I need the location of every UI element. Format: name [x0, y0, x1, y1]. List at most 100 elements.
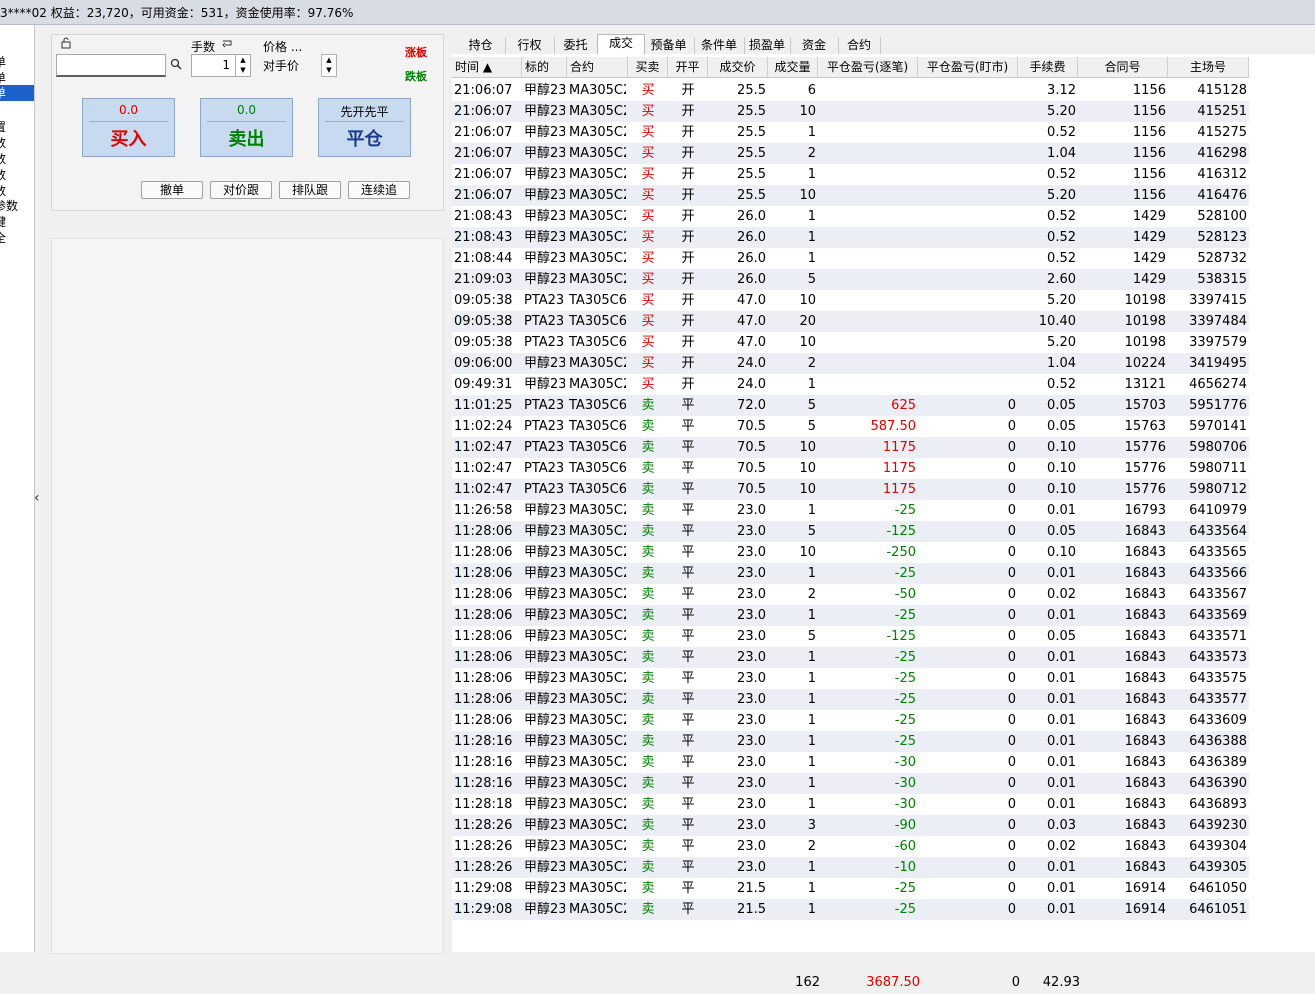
table-row[interactable]: 11:02:47 PTA23 TA305C6 卖 平 70.5 10 1175 0 0.10 157…	[452, 458, 1249, 479]
table-row[interactable]: 11:01:25 PTA23 TA305C6 卖 平 72.0 5 625 0 0.05 15703…	[452, 395, 1249, 416]
table-row[interactable]: 09:49:31 甲醇23 MA305C2 买 开 24.0 1 0.52 13121 46562…	[452, 374, 1249, 395]
side-menu-item[interactable]: 数	[0, 183, 34, 199]
table-row[interactable]: 11:29:08 甲醇23 MA305C2 卖 平 21.5 1 -25 0 0.01 16914 6…	[452, 899, 1249, 920]
chase-price-button[interactable]: 对价跟	[210, 181, 272, 199]
side-menu-item[interactable]: 单	[0, 85, 34, 101]
side-menu-item[interactable]: 数	[0, 151, 34, 167]
price-spin-buttons[interactable]: ▲ ▼	[321, 54, 337, 77]
table-row[interactable]: 21:06:07 甲醇23 MA305C2 买 开 25.5 10 5.20 1156 41525…	[452, 101, 1249, 122]
table-row[interactable]: 11:28:26 甲醇23 MA305C2 卖 平 23.0 3 -90 0 0.03 16843 6…	[452, 815, 1249, 836]
side-menu-item[interactable]: 单	[0, 54, 34, 70]
table-row[interactable]: 21:09:03 甲醇23 MA305C2 买 开 26.0 5 2.60 1429 538315	[452, 269, 1249, 290]
column-header[interactable]: 合同号	[1078, 57, 1168, 77]
table-row[interactable]: 11:28:16 甲醇23 MA305C2 卖 平 23.0 1 -25 0 0.01 16843 6…	[452, 731, 1249, 752]
contract-code-input[interactable]	[56, 54, 166, 77]
table-cell	[920, 208, 1016, 225]
table-row[interactable]: 11:29:08 甲醇23 MA305C2 卖 平 21.5 1 -25 0 0.01 16914 6…	[452, 878, 1249, 899]
table-cell: 平	[681, 629, 695, 644]
table-row[interactable]: 11:26:58 甲醇23 MA305C2 卖 平 23.0 1 -25 0 0.01 16793 6…	[452, 500, 1249, 521]
reset-qty-icon[interactable]	[221, 37, 233, 52]
side-menu-item[interactable]: 置	[0, 119, 34, 135]
side-menu-item[interactable]: 数	[0, 135, 34, 151]
table-row[interactable]: 21:06:07 甲醇23 MA305C2 买 开 25.5 1 0.52 1156 416312	[452, 164, 1249, 185]
table-row[interactable]: 21:06:07 甲醇23 MA305C2 买 开 25.5 10 5.20 1156 41647…	[452, 185, 1249, 206]
side-menu-item[interactable]: 参数	[0, 198, 34, 214]
limit-down-button[interactable]: 跌板	[405, 68, 427, 84]
table-row[interactable]: 11:28:06 甲醇23 MA305C2 卖 平 23.0 1 -25 0 0.01 16843 6…	[452, 689, 1249, 710]
table-cell: 0	[1007, 608, 1016, 623]
cancel-order-button[interactable]: 撤单	[141, 181, 203, 199]
table-row[interactable]: 11:28:06 甲醇23 MA305C2 卖 平 23.0 10 -250 0 0.10 1684…	[452, 542, 1249, 563]
table-row[interactable]: 11:28:16 甲醇23 MA305C2 卖 平 23.0 1 -30 0 0.01 16843 6…	[452, 752, 1249, 773]
column-header[interactable]: 成交价	[708, 57, 768, 77]
continuous-chase-button[interactable]: 连续追	[348, 181, 410, 199]
side-menu-item[interactable]: 数	[0, 167, 34, 183]
tab-2[interactable]: 委托	[554, 37, 598, 54]
table-row[interactable]: 11:02:47 PTA23 TA305C6 卖 平 70.5 10 1175 0 0.10 157…	[452, 437, 1249, 458]
tab-5[interactable]: 条件单	[694, 37, 745, 54]
table-row[interactable]: 21:06:07 甲醇23 MA305C2 买 开 25.5 1 0.52 1156 415275	[452, 122, 1249, 143]
column-header[interactable]: 买卖	[628, 57, 668, 77]
table-row[interactable]: 11:28:16 甲醇23 MA305C2 卖 平 23.0 1 -30 0 0.01 16843 6…	[452, 773, 1249, 794]
table-row[interactable]: 11:28:06 甲醇23 MA305C2 卖 平 23.0 1 -25 0 0.01 16843 6…	[452, 668, 1249, 689]
tab-8[interactable]: 合约	[838, 37, 881, 54]
table-row[interactable]: 09:05:38 PTA23 TA305C6 买 开 47.0 10 5.20 10198 339…	[452, 332, 1249, 353]
column-header[interactable]: 合约	[567, 57, 628, 77]
column-header[interactable]: 手续费	[1018, 57, 1078, 77]
table-cell: 买	[641, 251, 655, 266]
tab-4[interactable]: 预备单	[643, 37, 695, 54]
tab-7[interactable]: 资金	[790, 37, 839, 54]
buy-button[interactable]: 0.0 买入	[82, 98, 175, 157]
tab-3[interactable]: 成交	[597, 34, 645, 55]
table-row[interactable]: 11:28:06 甲醇23 MA305C2 卖 平 23.0 1 -25 0 0.01 16843 6…	[452, 710, 1249, 731]
close-position-button[interactable]: 先开先平 平仓	[318, 98, 411, 157]
table-cell	[820, 376, 916, 393]
queue-follow-button[interactable]: 排队跟	[279, 181, 341, 199]
collapse-panel-icon[interactable]: ‹	[34, 490, 46, 512]
tab-6[interactable]: 损盈单	[744, 37, 791, 54]
side-menu-item[interactable]: 单	[0, 70, 34, 86]
table-cell: 开	[681, 272, 695, 287]
table-row[interactable]: 21:08:43 甲醇23 MA305C2 买 开 26.0 1 0.52 1429 528100	[452, 206, 1249, 227]
table-row[interactable]: 11:28:18 甲醇23 MA305C2 卖 平 23.0 1 -30 0 0.01 16843 6…	[452, 794, 1249, 815]
table-row[interactable]: 11:28:06 甲醇23 MA305C2 卖 平 23.0 1 -25 0 0.01 16843 6…	[452, 647, 1249, 668]
column-header[interactable]: 时间 ▲	[452, 57, 522, 77]
side-menu-item[interactable]: 键	[0, 214, 34, 230]
column-header[interactable]: 平仓盈亏(逐笔)	[818, 57, 918, 77]
table-cell: 开	[681, 293, 695, 308]
table-row[interactable]: 21:08:44 甲醇23 MA305C2 买 开 26.0 1 0.52 1429 528732	[452, 248, 1249, 269]
table-cell: 21:06:07	[454, 125, 513, 140]
column-header[interactable]: 主场号	[1168, 57, 1249, 77]
side-menu-item[interactable]: 全	[0, 230, 34, 246]
table-row[interactable]: 11:28:26 甲醇23 MA305C2 卖 平 23.0 2 -60 0 0.02 16843 6…	[452, 836, 1249, 857]
table-row[interactable]: 11:02:47 PTA23 TA305C6 卖 平 70.5 10 1175 0 0.10 157…	[452, 479, 1249, 500]
table-row[interactable]: 11:28:06 甲醇23 MA305C2 卖 平 23.0 1 -25 0 0.01 16843 6…	[452, 605, 1249, 626]
limit-up-button[interactable]: 涨板	[405, 44, 427, 60]
price-type-value[interactable]: 对手价	[263, 57, 299, 74]
table-row[interactable]: 11:28:26 甲醇23 MA305C2 卖 平 23.0 1 -10 0 0.01 16843 6…	[452, 857, 1249, 878]
table-row[interactable]: 09:05:38 PTA23 TA305C6 买 开 47.0 10 5.20 10198 339…	[452, 290, 1249, 311]
table-cell: -25	[894, 671, 916, 686]
table-row[interactable]: 11:28:06 甲醇23 MA305C2 卖 平 23.0 5 -125 0 0.05 16843…	[452, 626, 1249, 647]
table-row[interactable]: 11:28:06 甲醇23 MA305C2 卖 平 23.0 5 -125 0 0.05 16843…	[452, 521, 1249, 542]
column-header[interactable]: 开平	[668, 57, 708, 77]
tab-1[interactable]: 行权	[505, 37, 555, 54]
table-row[interactable]: 11:28:06 甲醇23 MA305C2 卖 平 23.0 1 -25 0 0.01 16843 6…	[452, 563, 1249, 584]
table-cell: MA305C2	[569, 503, 626, 518]
column-header[interactable]: 成交量	[768, 57, 818, 77]
table-row[interactable]: 21:08:43 甲醇23 MA305C2 买 开 26.0 1 0.52 1429 528123	[452, 227, 1249, 248]
sell-button[interactable]: 0.0 卖出	[200, 98, 293, 157]
table-row[interactable]: 21:06:07 甲醇23 MA305C2 买 开 25.5 6 3.12 1156 415128	[452, 80, 1249, 101]
lock-icon[interactable]	[60, 37, 72, 49]
search-icon[interactable]	[170, 58, 182, 73]
table-row[interactable]: 09:05:38 PTA23 TA305C6 买 开 47.0 20 10.40 10198 33…	[452, 311, 1249, 332]
table-row[interactable]: 11:28:06 甲醇23 MA305C2 卖 平 23.0 2 -50 0 0.02 16843 6…	[452, 584, 1249, 605]
column-header[interactable]: 标的	[522, 57, 567, 77]
table-row[interactable]: 21:06:07 甲醇23 MA305C2 买 开 25.5 2 1.04 1156 416298	[452, 143, 1249, 164]
column-header[interactable]: 平仓盈亏(盯市)	[918, 57, 1018, 77]
qty-spin-buttons[interactable]: ▲ ▼	[235, 55, 250, 76]
table-row[interactable]: 11:02:24 PTA23 TA305C6 卖 平 70.5 5 587.50 0 0.05 15…	[452, 416, 1249, 437]
quantity-stepper[interactable]: 1 ▲ ▼	[191, 54, 251, 77]
tab-0[interactable]: 持仓	[456, 37, 506, 54]
table-row[interactable]: 09:06:00 甲醇23 MA305C2 买 开 24.0 2 1.04 10224 34194…	[452, 353, 1249, 374]
